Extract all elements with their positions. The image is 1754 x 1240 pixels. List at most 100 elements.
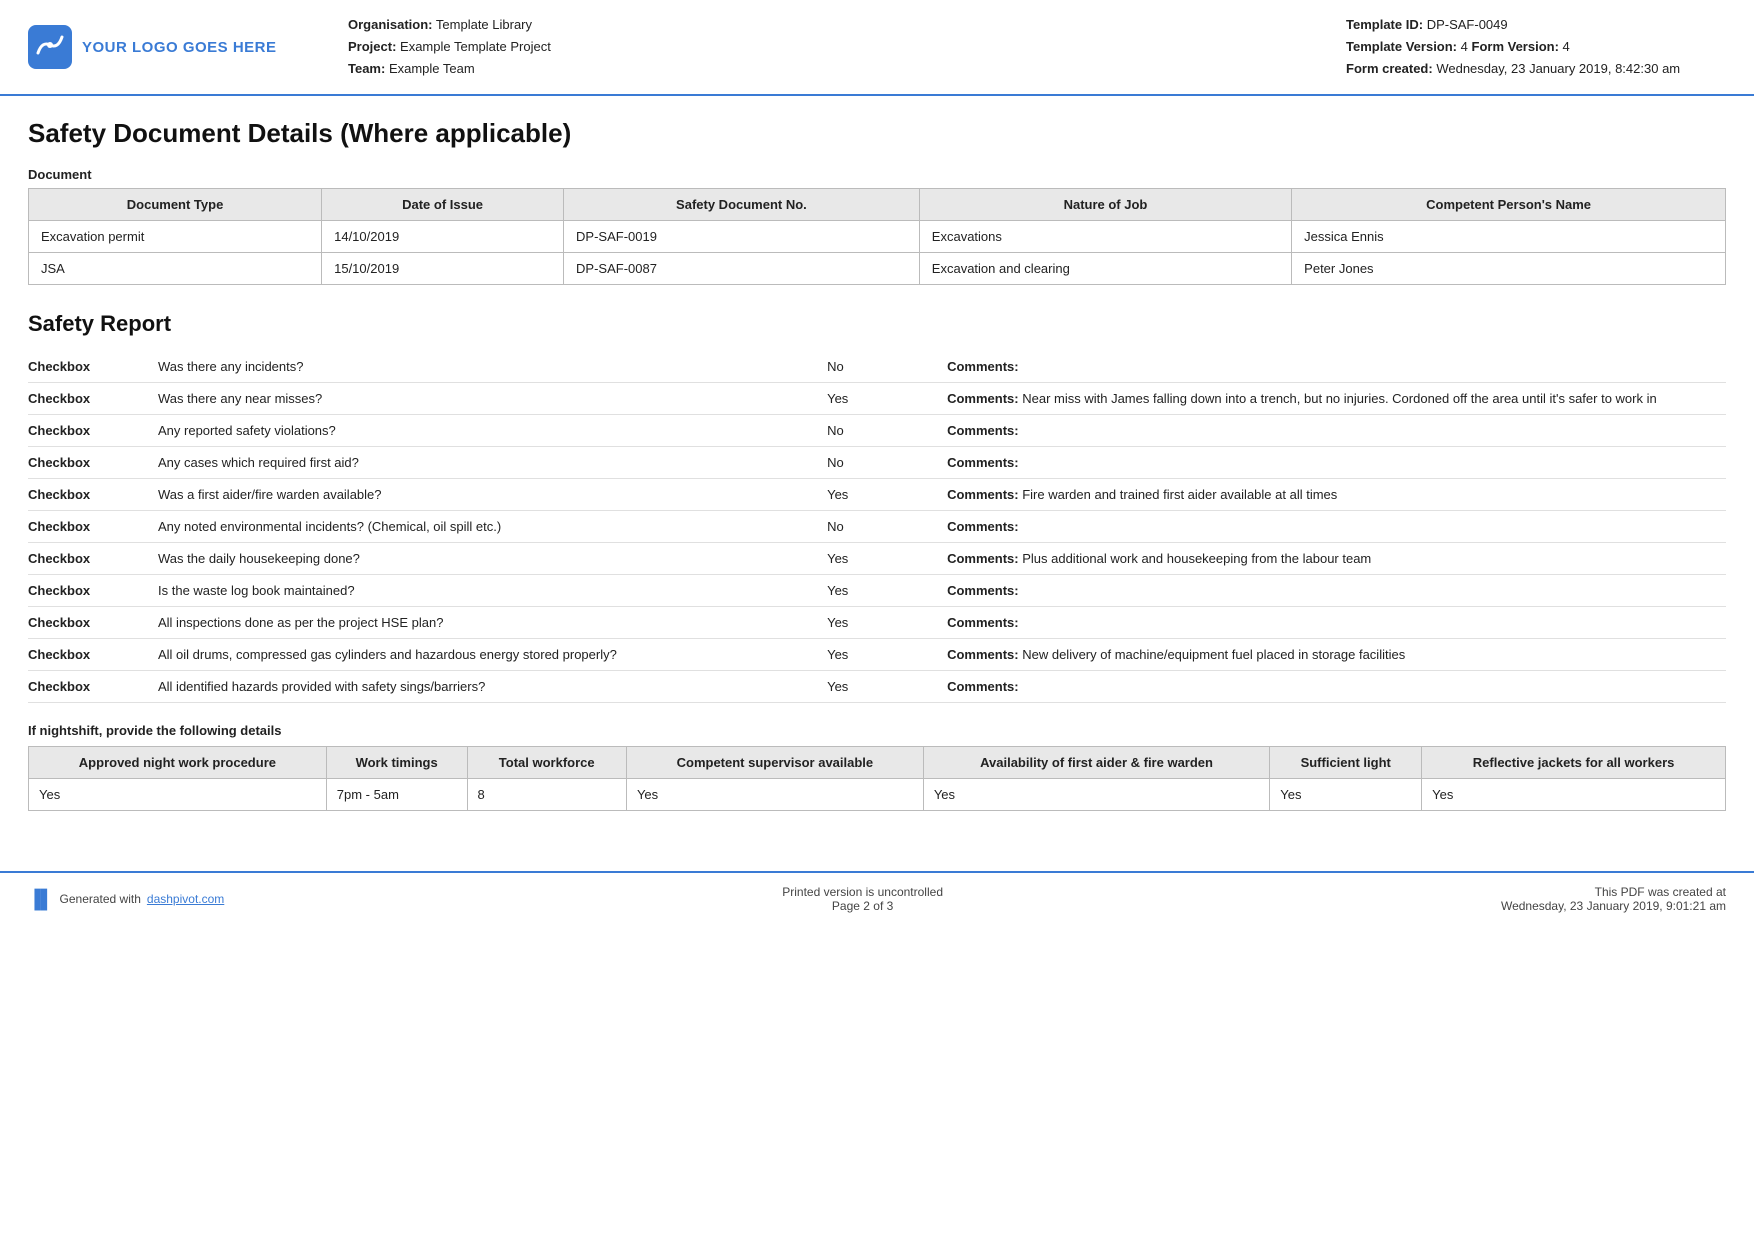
checkbox-question: Any noted environmental incidents? (Chem… bbox=[158, 519, 827, 534]
printed-text: Printed version is uncontrolled bbox=[782, 885, 943, 899]
night-table-row: Yes7pm - 5am8YesYesYesYes bbox=[29, 779, 1726, 811]
checkbox-label: Checkbox bbox=[28, 615, 158, 630]
checkbox-answer: Yes bbox=[827, 647, 947, 662]
template-version-line: Template Version: 4 Form Version: 4 bbox=[1346, 36, 1726, 58]
nightshift-table: Approved night work procedureWork timing… bbox=[28, 746, 1726, 811]
checkbox-answer: Yes bbox=[827, 615, 947, 630]
logo-text: YOUR LOGO GOES HERE bbox=[82, 39, 277, 56]
checkbox-row: Checkbox Was the daily housekeeping done… bbox=[28, 543, 1726, 575]
night-table-cell: Yes bbox=[1270, 779, 1422, 811]
team-label: Team: bbox=[348, 61, 385, 76]
template-id-line: Template ID: DP-SAF-0049 bbox=[1346, 14, 1726, 36]
doc-table-cell: JSA bbox=[29, 253, 322, 285]
form-version-value: 4 bbox=[1563, 39, 1570, 54]
footer-center: Printed version is uncontrolled Page 2 o… bbox=[782, 885, 943, 913]
night-col-header: Competent supervisor available bbox=[626, 747, 923, 779]
checkbox-answer: Yes bbox=[827, 583, 947, 598]
night-table-header-row: Approved night work procedureWork timing… bbox=[29, 747, 1726, 779]
checkbox-label: Checkbox bbox=[28, 391, 158, 406]
night-table-cell: Yes bbox=[1422, 779, 1726, 811]
night-col-header: Reflective jackets for all workers bbox=[1422, 747, 1726, 779]
template-id-value: DP-SAF-0049 bbox=[1427, 17, 1508, 32]
checkbox-comments: Comments: New delivery of machine/equipm… bbox=[947, 647, 1726, 662]
doc-table-cell: DP-SAF-0019 bbox=[564, 221, 920, 253]
checkbox-question: All inspections done as per the project … bbox=[158, 615, 827, 630]
form-created-label: Form created: bbox=[1346, 61, 1433, 76]
project-label: Project: bbox=[348, 39, 396, 54]
checkbox-comments: Comments: Plus additional work and house… bbox=[947, 551, 1726, 566]
footer-right-date: Wednesday, 23 January 2019, 9:01:21 am bbox=[1501, 899, 1726, 913]
col-safety-doc-no: Safety Document No. bbox=[564, 189, 920, 221]
checkbox-question: All oil drums, compressed gas cylinders … bbox=[158, 647, 827, 662]
checkbox-answer: Yes bbox=[827, 551, 947, 566]
team-value: Example Team bbox=[389, 61, 475, 76]
footer-right: This PDF was created at Wednesday, 23 Ja… bbox=[1501, 885, 1726, 913]
document-table: Document Type Date of Issue Safety Docum… bbox=[28, 188, 1726, 285]
org-line: Organisation: Template Library bbox=[348, 14, 1346, 36]
col-date-of-issue: Date of Issue bbox=[322, 189, 564, 221]
dashpivot-link[interactable]: dashpivot.com bbox=[147, 892, 224, 906]
doc-table-cell: Peter Jones bbox=[1292, 253, 1726, 285]
doc-table-cell: Excavations bbox=[919, 221, 1291, 253]
project-value: Example Template Project bbox=[400, 39, 551, 54]
form-version-label: Form Version: bbox=[1472, 39, 1559, 54]
doc-table-header-row: Document Type Date of Issue Safety Docum… bbox=[29, 189, 1726, 221]
checkbox-comments: Comments: bbox=[947, 615, 1726, 630]
logo-area: YOUR LOGO GOES HERE bbox=[28, 25, 308, 69]
night-col-header: Work timings bbox=[326, 747, 467, 779]
checkbox-label: Checkbox bbox=[28, 679, 158, 694]
night-col-header: Total workforce bbox=[467, 747, 626, 779]
checkbox-question: Was the daily housekeeping done? bbox=[158, 551, 827, 566]
doc-table-cell: Excavation and clearing bbox=[919, 253, 1291, 285]
night-table-cell: 7pm - 5am bbox=[326, 779, 467, 811]
page-text: Page 2 of 3 bbox=[782, 899, 943, 913]
header-center: Organisation: Template Library Project: … bbox=[308, 14, 1346, 80]
checkbox-question: Was there any near misses? bbox=[158, 391, 827, 406]
team-line: Team: Example Team bbox=[348, 58, 1346, 80]
col-nature-of-job: Nature of Job bbox=[919, 189, 1291, 221]
checkbox-row: Checkbox Was a first aider/fire warden a… bbox=[28, 479, 1726, 511]
template-version-label: Template Version: bbox=[1346, 39, 1457, 54]
checkbox-question: Any reported safety violations? bbox=[158, 423, 827, 438]
template-id-label: Template ID: bbox=[1346, 17, 1423, 32]
checkbox-answer: Yes bbox=[827, 487, 947, 502]
col-document-type: Document Type bbox=[29, 189, 322, 221]
page-title: Safety Document Details (Where applicabl… bbox=[28, 118, 1726, 149]
doc-table-cell: DP-SAF-0087 bbox=[564, 253, 920, 285]
checkbox-answer: No bbox=[827, 359, 947, 374]
checkbox-comments: Comments: bbox=[947, 679, 1726, 694]
header: YOUR LOGO GOES HERE Organisation: Templa… bbox=[0, 0, 1754, 96]
document-section-label: Document bbox=[28, 167, 1726, 182]
checkbox-question: Is the waste log book maintained? bbox=[158, 583, 827, 598]
checkbox-answer: No bbox=[827, 519, 947, 534]
bars-icon: ▐▌ bbox=[28, 889, 54, 910]
checkbox-row: Checkbox Any noted environmental inciden… bbox=[28, 511, 1726, 543]
safety-report-title: Safety Report bbox=[28, 311, 1726, 337]
form-created-value: Wednesday, 23 January 2019, 8:42:30 am bbox=[1436, 61, 1680, 76]
org-value: Template Library bbox=[436, 17, 532, 32]
form-created-line: Form created: Wednesday, 23 January 2019… bbox=[1346, 58, 1726, 80]
checkbox-label: Checkbox bbox=[28, 551, 158, 566]
checkbox-comments: Comments: Near miss with James falling d… bbox=[947, 391, 1726, 406]
footer: ▐▌ Generated with dashpivot.com Printed … bbox=[0, 871, 1754, 925]
checkbox-answer: Yes bbox=[827, 679, 947, 694]
nightshift-label: If nightshift, provide the following det… bbox=[28, 723, 1726, 738]
logo-icon bbox=[28, 25, 72, 69]
checkbox-comments: Comments: bbox=[947, 423, 1726, 438]
col-competent-person: Competent Person's Name bbox=[1292, 189, 1726, 221]
night-table-cell: Yes bbox=[923, 779, 1269, 811]
template-version-value: 4 bbox=[1461, 39, 1468, 54]
checkbox-answer: No bbox=[827, 455, 947, 470]
doc-table-cell: 15/10/2019 bbox=[322, 253, 564, 285]
doc-table-row: Excavation permit14/10/2019DP-SAF-0019Ex… bbox=[29, 221, 1726, 253]
header-right: Template ID: DP-SAF-0049 Template Versio… bbox=[1346, 14, 1726, 80]
checkbox-question: All identified hazards provided with saf… bbox=[158, 679, 827, 694]
night-col-header: Approved night work procedure bbox=[29, 747, 327, 779]
night-col-header: Availability of first aider & fire warde… bbox=[923, 747, 1269, 779]
checkbox-answer: Yes bbox=[827, 391, 947, 406]
night-table-cell: 8 bbox=[467, 779, 626, 811]
night-table-cell: Yes bbox=[626, 779, 923, 811]
checkbox-label: Checkbox bbox=[28, 423, 158, 438]
checkbox-row: Checkbox All oil drums, compressed gas c… bbox=[28, 639, 1726, 671]
checkbox-row: Checkbox Any cases which required first … bbox=[28, 447, 1726, 479]
